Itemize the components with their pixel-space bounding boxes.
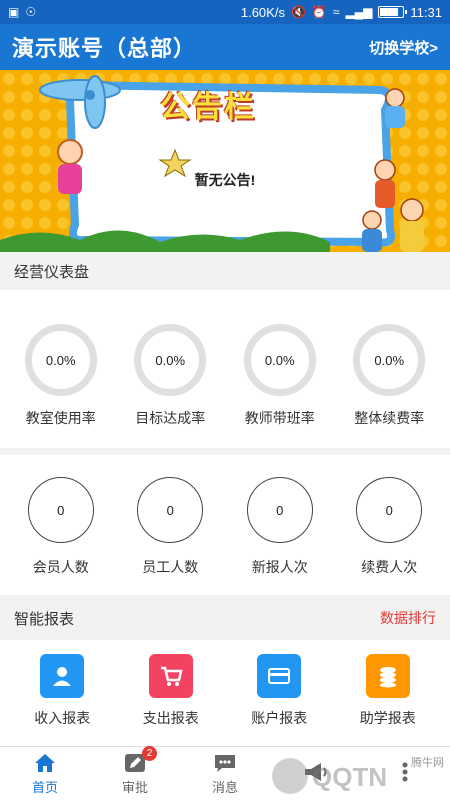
count-new-enrollments[interactable]: 0 新报人次 <box>230 477 330 577</box>
gauge-value: 0.0% <box>155 352 186 368</box>
clock: 11:31 <box>410 4 442 20</box>
dashboard-header: 经营仪表盘 <box>0 252 450 290</box>
count-label: 新报人次 <box>251 559 308 575</box>
switch-school-button[interactable]: 切换学校> <box>369 37 438 58</box>
gauge-value: 0.0% <box>264 352 295 368</box>
signal-icon: ▂▄▆ <box>345 5 373 19</box>
count-members[interactable]: 0 会员人数 <box>11 477 111 577</box>
counts-panel: 0 会员人数 0 员工人数 0 新报人次 0 续费人次 <box>0 455 450 595</box>
count-renewals[interactable]: 0 续费人次 <box>339 477 439 577</box>
gauge-ring: 0.0% <box>24 324 97 396</box>
cart-icon <box>148 654 193 698</box>
report-label: 助学报表 <box>359 710 416 726</box>
reports-title: 智能报表 <box>14 610 75 628</box>
report-income[interactable]: 收入报表 <box>12 654 112 728</box>
count-ring: 0 <box>356 477 423 543</box>
coins-icon <box>365 654 410 698</box>
chat-bubble-icon: ☉ <box>25 5 37 19</box>
gauge-value: 0.0% <box>45 352 76 368</box>
reports-header: 智能报表 数据排行 <box>0 598 450 638</box>
notice-banner: 公告栏 暂无公告! <box>0 70 450 252</box>
report-account[interactable]: 账户报表 <box>229 654 329 728</box>
alarm-icon: ⏰ <box>311 5 327 19</box>
user-icon <box>40 654 85 698</box>
tab-more[interactable] <box>360 747 450 800</box>
gauge-label: 教室使用率 <box>25 410 96 426</box>
app-header: 演示账号（总部） 切换学校> <box>0 24 450 70</box>
gauge-label: 教师带班率 <box>244 410 315 426</box>
bottom-tab-bar: 首页 2 审批 消息 <box>0 745 450 800</box>
count-value: 0 <box>166 502 174 518</box>
count-label: 员工人数 <box>142 559 199 575</box>
gauge-ring: 0.0% <box>134 324 207 396</box>
approval-badge: 2 <box>142 745 157 761</box>
pencil-icon: 2 <box>123 745 157 774</box>
data-ranking-link[interactable]: 数据排行 <box>380 608 436 628</box>
status-bar: ▣ ☉ 1.60K/s 🔇 ⏰ ≈ ▂▄▆ 11:31 <box>0 0 450 24</box>
gauge-value: 0.0% <box>374 352 405 368</box>
chat-icon <box>212 752 238 774</box>
network-speed: 1.60K/s <box>240 4 285 20</box>
account-title: 演示账号（总部） <box>12 36 197 61</box>
gauge-label: 目标达成率 <box>135 410 206 426</box>
gauge-teacher-class-rate[interactable]: 0.0% 教师带班率 <box>230 324 330 428</box>
gauge-classroom-usage[interactable]: 0.0% 教室使用率 <box>11 324 111 428</box>
wifi-icon: ≈ <box>332 5 340 19</box>
rates-panel: 0.0% 教室使用率 0.0% 目标达成率 0.0% 教师带班率 0.0% 整体… <box>0 290 450 448</box>
count-ring: 0 <box>137 477 204 543</box>
image-icon: ▣ <box>8 5 20 19</box>
dashboard-title: 经营仪表盘 <box>14 263 90 281</box>
reports-panel: 收入报表 支出报表 账户报表 助学报表 <box>0 640 450 746</box>
count-label: 续费人次 <box>361 559 418 575</box>
tab-label: 审批 <box>121 779 148 795</box>
tab-messages[interactable]: 消息 <box>180 747 270 800</box>
report-label: 账户报表 <box>251 710 308 726</box>
gauge-ring: 0.0% <box>243 324 316 396</box>
tab-home[interactable]: 首页 <box>0 747 90 800</box>
gauge-target-achievement[interactable]: 0.0% 目标达成率 <box>120 324 220 428</box>
battery-icon <box>378 6 408 18</box>
report-label: 支出报表 <box>142 710 199 726</box>
count-value: 0 <box>385 502 393 518</box>
mute-icon: 🔇 <box>290 5 306 19</box>
banner-title: 公告栏 <box>160 91 256 124</box>
report-expense[interactable]: 支出报表 <box>121 654 221 728</box>
tab-announcements[interactable] <box>270 747 360 800</box>
gauge-ring: 0.0% <box>353 324 426 396</box>
report-financial-aid[interactable]: 助学报表 <box>338 654 438 728</box>
count-ring: 0 <box>27 477 94 543</box>
count-value: 0 <box>57 502 65 518</box>
home-icon <box>33 752 57 774</box>
card-icon <box>257 654 302 698</box>
notice-text: 暂无公告! <box>194 172 256 188</box>
more-icon <box>393 761 417 783</box>
tab-label: 消息 <box>211 779 238 795</box>
count-label: 会员人数 <box>32 559 89 575</box>
count-staff[interactable]: 0 员工人数 <box>120 477 220 577</box>
megaphone-icon <box>302 761 328 783</box>
count-ring: 0 <box>246 477 313 543</box>
gauge-label: 整体续费率 <box>354 410 425 426</box>
gauge-renewal-rate[interactable]: 0.0% 整体续费率 <box>339 324 439 428</box>
tab-approval[interactable]: 2 审批 <box>90 745 180 800</box>
tab-label: 首页 <box>31 779 58 795</box>
count-value: 0 <box>276 502 284 518</box>
report-label: 收入报表 <box>34 710 91 726</box>
